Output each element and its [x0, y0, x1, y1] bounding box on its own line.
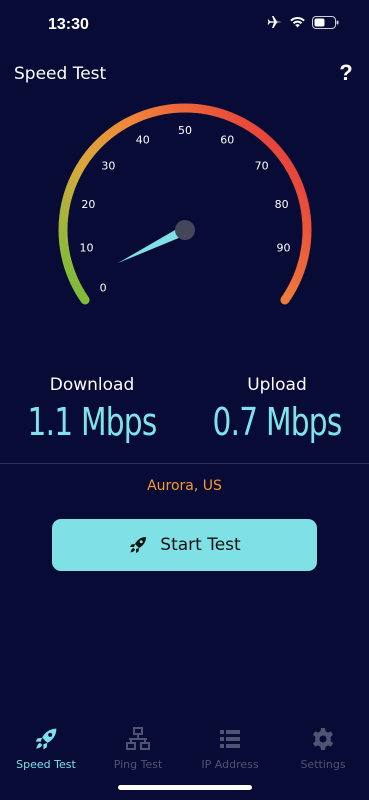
tab-label: Ping Test — [113, 758, 163, 771]
tab-ping-test[interactable]: Ping Test — [92, 726, 184, 771]
page-title: Speed Test — [14, 64, 107, 84]
gauge-tick-label: 20 — [81, 198, 95, 211]
tab-speed-test[interactable]: Speed Test — [0, 726, 92, 771]
app-header: Speed Test ? — [0, 58, 369, 92]
status-bar: 13:30 — [0, 0, 369, 48]
start-test-label: Start Test — [160, 535, 241, 555]
upload-value: 0.7 Mbps — [212, 400, 343, 444]
gauge-tick-label: 10 — [80, 241, 94, 254]
gauge-tick-label: 0 — [100, 281, 107, 294]
gear-icon — [313, 728, 333, 750]
download-label: Download — [49, 375, 135, 395]
tab-label: Speed Test — [16, 758, 76, 771]
upload-label: Upload — [247, 375, 307, 395]
gauge-tick-label: 90 — [276, 241, 290, 254]
status-time: 13:30 — [48, 16, 89, 33]
gauge-tick-label: 70 — [255, 160, 269, 173]
gauge-tick-labels: 0 10 20 30 40 50 60 70 80 90 — [80, 124, 291, 294]
rocket-icon — [130, 537, 147, 553]
gauge-tick-label: 60 — [220, 133, 234, 146]
wifi-icon — [290, 16, 305, 28]
airplane-icon — [267, 16, 282, 28]
divider — [0, 463, 369, 464]
gauge-needle-hub — [175, 220, 195, 240]
start-test-button[interactable]: Start Test — [52, 519, 317, 571]
download-value: 1.1 Mbps — [27, 400, 158, 444]
gauge-tick-label: 50 — [178, 124, 192, 137]
tab-settings[interactable]: Settings — [277, 726, 369, 771]
tab-label: IP Address — [201, 758, 259, 771]
tab-ip-address[interactable]: IP Address — [184, 726, 276, 771]
help-icon[interactable]: ? — [335, 60, 357, 86]
status-icons — [267, 15, 339, 29]
speed-gauge: 0 10 20 30 40 50 60 70 80 90 — [58, 103, 312, 305]
gauge-tick-label: 30 — [101, 160, 115, 173]
gauge-tick-label: 40 — [136, 133, 150, 146]
gauge-tick-label: 80 — [275, 198, 289, 211]
tab-label: Settings — [300, 758, 346, 771]
list-icon — [220, 730, 240, 748]
rocket-icon — [35, 728, 57, 750]
server-location: Aurora, US — [147, 478, 222, 494]
home-indicator — [118, 785, 252, 790]
network-icon — [126, 727, 150, 750]
battery-icon — [312, 15, 339, 29]
